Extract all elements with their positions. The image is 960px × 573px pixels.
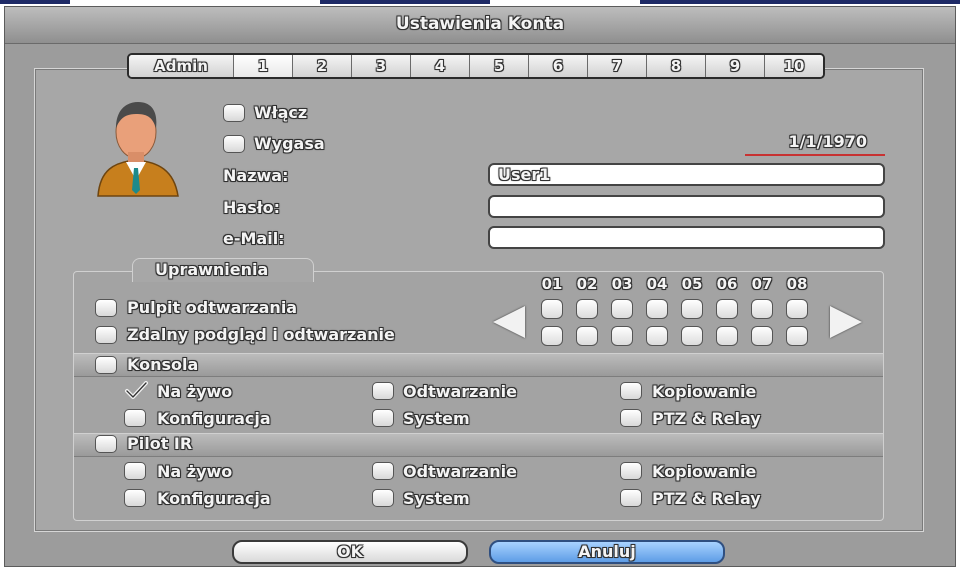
- channel-remote-checkbox[interactable]: [541, 326, 563, 346]
- name-label: Nazwa:: [223, 166, 289, 185]
- channel-playback-checkbox[interactable]: [751, 299, 773, 319]
- tab-3[interactable]: 3: [352, 55, 411, 77]
- channel-header: 07: [751, 275, 773, 293]
- channel-remote-checkbox[interactable]: [681, 326, 703, 346]
- channel-header: 08: [786, 275, 808, 293]
- console-system-checkbox[interactable]: [372, 409, 394, 427]
- console-config-checkbox[interactable]: [124, 409, 146, 427]
- tab-2[interactable]: 2: [293, 55, 352, 77]
- ir-remote-label: Pilot IR: [127, 434, 193, 453]
- ir-remote-band: [74, 433, 883, 457]
- strip-segment: [320, 0, 490, 4]
- ir-backup-label: Kopiowanie: [652, 462, 757, 481]
- channel-playback-checkbox[interactable]: [611, 299, 633, 319]
- channel-playback-checkbox[interactable]: [681, 299, 703, 319]
- cancel-button[interactable]: Anuluj: [489, 540, 725, 564]
- arrow-right-icon[interactable]: [830, 306, 862, 338]
- channel-header: 05: [681, 275, 703, 293]
- channel-header: 02: [576, 275, 598, 293]
- enable-checkbox[interactable]: [223, 104, 245, 122]
- console-backup-checkbox[interactable]: [620, 382, 642, 400]
- channel-playback-checkbox[interactable]: [576, 299, 598, 319]
- console-playback-label: Odtwarzanie: [403, 382, 518, 401]
- tab-5[interactable]: 5: [470, 55, 529, 77]
- name-value: User1: [498, 165, 551, 184]
- console-config-label: Konfiguracja: [157, 409, 271, 428]
- email-field[interactable]: [488, 226, 885, 249]
- enable-label: Włącz: [254, 103, 308, 122]
- expire-date-value: 1/1/1970: [788, 132, 867, 151]
- channel-remote-checkbox[interactable]: [646, 326, 668, 346]
- channel-playback-checkbox[interactable]: [646, 299, 668, 319]
- remote-view-checkbox[interactable]: [95, 326, 117, 344]
- ir-playback-label: Odtwarzanie: [403, 462, 518, 481]
- ir-ptz-checkbox[interactable]: [620, 489, 642, 507]
- name-field[interactable]: User1: [488, 163, 885, 186]
- ir-playback-checkbox[interactable]: [372, 462, 394, 480]
- console-ptz-label: PTZ & Relay: [652, 409, 761, 428]
- user-avatar-icon: [90, 98, 182, 198]
- expire-date-field[interactable]: 1/1/1970: [745, 130, 885, 156]
- permissions-tab-label: Uprawnienia: [155, 260, 269, 279]
- channel-playback-checkbox[interactable]: [716, 299, 738, 319]
- console-label: Konsola: [127, 355, 199, 374]
- console-playback-checkbox[interactable]: [372, 382, 394, 400]
- strip-segment: [0, 0, 70, 4]
- channel-remote-checkbox[interactable]: [576, 326, 598, 346]
- tab-4[interactable]: 4: [411, 55, 470, 77]
- console-backup-label: Kopiowanie: [652, 382, 757, 401]
- tab-10[interactable]: 10: [765, 55, 823, 77]
- channel-header: 04: [646, 275, 668, 293]
- ir-ptz-label: PTZ & Relay: [652, 489, 761, 508]
- console-checkbox[interactable]: [95, 356, 117, 374]
- arrow-left-icon[interactable]: [493, 306, 525, 338]
- channel-header: 03: [611, 275, 633, 293]
- ok-button[interactable]: OK: [232, 540, 468, 564]
- tab-6[interactable]: 6: [529, 55, 588, 77]
- ir-system-checkbox[interactable]: [372, 489, 394, 507]
- playback-desktop-checkbox[interactable]: [95, 299, 117, 317]
- expire-checkbox[interactable]: [223, 135, 245, 153]
- channel-remote-checkbox[interactable]: [751, 326, 773, 346]
- tab-8[interactable]: 8: [647, 55, 706, 77]
- permissions-tab: Uprawnienia: [132, 258, 314, 282]
- dialog-title: Ustawienia Konta: [395, 14, 565, 34]
- channel-playback-checkbox[interactable]: [786, 299, 808, 319]
- strip-segment: [640, 0, 960, 4]
- remote-view-label: Zdalny podgląd i odtwarzanie: [127, 325, 395, 344]
- email-label: e-Mail:: [223, 229, 285, 248]
- ir-backup-checkbox[interactable]: [620, 462, 642, 480]
- playback-desktop-label: Pulpit odtwarzania: [127, 298, 298, 317]
- ir-config-label: Konfiguracja: [157, 489, 271, 508]
- tab-9[interactable]: 9: [706, 55, 765, 77]
- ir-live-label: Na żywo: [157, 462, 233, 481]
- tab-admin[interactable]: Admin: [129, 55, 234, 77]
- console-live-checkbox[interactable]: [124, 381, 150, 401]
- tab-1[interactable]: 1: [234, 55, 293, 77]
- title-bar: Ustawienia Konta: [5, 7, 955, 44]
- tab-7[interactable]: 7: [588, 55, 647, 77]
- ir-remote-checkbox[interactable]: [95, 435, 117, 453]
- expire-label: Wygasa: [254, 134, 325, 153]
- user-tabs: Admin 1 2 3 4 5 6 7 8 9 10: [127, 53, 825, 79]
- console-live-label: Na żywo: [157, 382, 233, 401]
- console-system-label: System: [403, 409, 470, 428]
- channel-header: 01: [541, 275, 563, 293]
- channel-remote-checkbox[interactable]: [786, 326, 808, 346]
- ir-system-label: System: [403, 489, 470, 508]
- channel-header: 06: [716, 275, 738, 293]
- console-ptz-checkbox[interactable]: [620, 409, 642, 427]
- checkmark-icon: [125, 381, 148, 399]
- ir-live-checkbox[interactable]: [124, 462, 146, 480]
- password-field[interactable]: [488, 195, 885, 218]
- channel-remote-checkbox[interactable]: [716, 326, 738, 346]
- password-label: Hasło:: [223, 198, 281, 217]
- channel-playback-checkbox[interactable]: [541, 299, 563, 319]
- ir-config-checkbox[interactable]: [124, 489, 146, 507]
- channel-remote-checkbox[interactable]: [611, 326, 633, 346]
